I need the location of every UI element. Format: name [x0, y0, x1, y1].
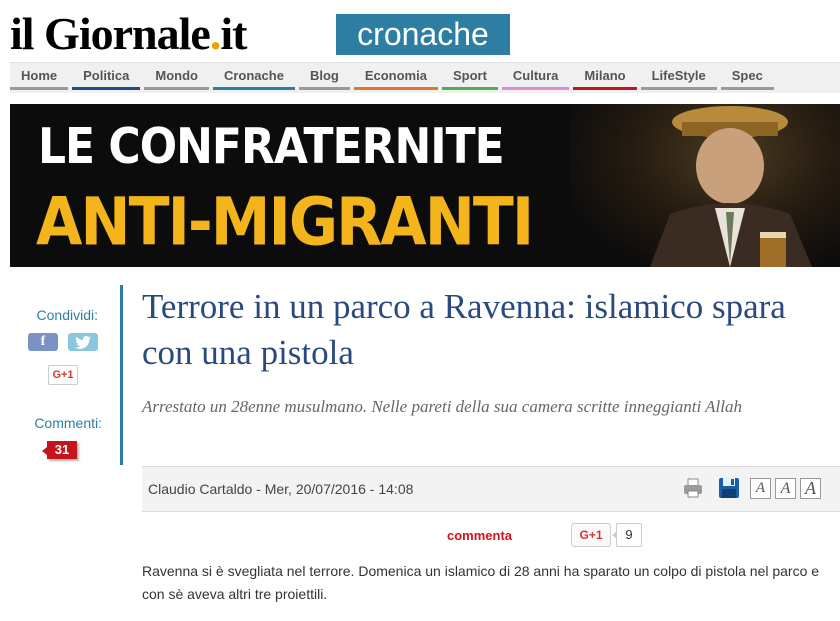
- print-icon[interactable]: [682, 477, 704, 499]
- nav-item-home[interactable]: Home: [10, 63, 69, 90]
- nav-item-sport[interactable]: Sport: [441, 63, 498, 90]
- nav-item-blog[interactable]: Blog: [298, 63, 350, 90]
- comments-count-badge[interactable]: 31: [42, 441, 77, 459]
- nav-item-mondo[interactable]: Mondo: [144, 63, 209, 90]
- facebook-share-button[interactable]: f: [28, 333, 58, 351]
- article-subtitle: Arrestato un 28enne musulmano. Nelle par…: [142, 397, 742, 416]
- comments-label: Commenti:: [34, 415, 102, 431]
- article-byline: Claudio Cartaldo - Mer, 20/07/2016 - 14:…: [148, 481, 414, 497]
- twitter-share-button[interactable]: [68, 333, 98, 351]
- section-badge[interactable]: cronache: [336, 14, 510, 55]
- site-logo[interactable]: il Giornale.it: [10, 6, 247, 62]
- share-label: Condividi:: [36, 307, 98, 323]
- article-meta-bar: Claudio Cartaldo - Mer, 20/07/2016 - 14:…: [142, 466, 840, 512]
- font-size-medium-button[interactable]: A: [775, 478, 796, 499]
- banner-headline-top: LE CONFRATERNITE: [38, 118, 505, 176]
- nav-item-cronache[interactable]: Cronache: [212, 63, 295, 90]
- gplus-share-button[interactable]: G+1: [48, 365, 78, 385]
- logo-tld: it: [220, 8, 247, 59]
- nav-item-politica[interactable]: Politica: [72, 63, 141, 90]
- nav-item-milano[interactable]: Milano: [573, 63, 637, 90]
- facebook-icon: f: [40, 334, 46, 349]
- nav-item-lifestyle[interactable]: LifeStyle: [640, 63, 717, 90]
- font-size-large-button[interactable]: A: [800, 478, 821, 499]
- nav-item-spec[interactable]: Spec: [720, 63, 774, 90]
- main-nav: Home Politica Mondo Cronache Blog Economia Spo…: [10, 62, 840, 93]
- article-body: Ravenna si è svegliata nel terrore. Dome…: [142, 563, 820, 602]
- comment-link[interactable]: commenta: [447, 528, 512, 543]
- nav-item-cultura[interactable]: Cultura: [501, 63, 570, 90]
- save-icon[interactable]: [718, 477, 740, 499]
- promo-banner[interactable]: LE CONFRATERNITE ANTI-MIGRANTI: [10, 104, 840, 267]
- twitter-icon: [75, 336, 91, 349]
- article-title: Terrore in un parco a Ravenna: islamico …: [142, 287, 786, 372]
- font-size-small-button[interactable]: A: [750, 478, 771, 499]
- logo-dot: .: [209, 8, 221, 59]
- gplus-count: 9: [612, 523, 642, 547]
- nav-item-economia[interactable]: Economia: [353, 63, 438, 90]
- banner-headline-bottom: ANTI-MIGRANTI: [36, 184, 534, 261]
- logo-name: il Giornale: [10, 8, 211, 59]
- gplus-button[interactable]: G+1: [571, 523, 611, 547]
- share-sidebar: Condividi: f G+1 Commenti: 31: [10, 285, 123, 465]
- banner-photo-figure: [650, 106, 812, 267]
